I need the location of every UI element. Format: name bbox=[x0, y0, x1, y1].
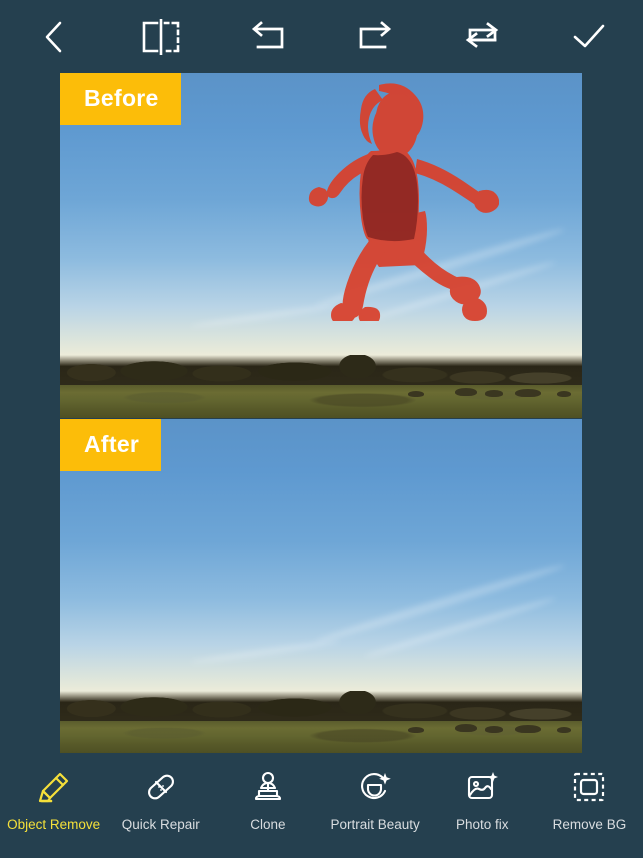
back-button[interactable] bbox=[0, 0, 107, 73]
bottom-tool-toolbar: Object Remove Quick Repair Clone Portrai… bbox=[0, 753, 643, 858]
tool-clone[interactable]: Clone bbox=[214, 761, 321, 834]
tool-label: Remove BG bbox=[552, 817, 627, 832]
photo-comparison-stage: Before After bbox=[60, 73, 582, 753]
photo-sparkle-icon bbox=[464, 767, 500, 807]
grass-field bbox=[60, 721, 582, 753]
treeline bbox=[60, 355, 582, 387]
redo-button[interactable] bbox=[322, 0, 429, 73]
eraser-pen-icon bbox=[36, 767, 72, 807]
grass-field bbox=[60, 385, 582, 418]
tool-label: Portrait Beauty bbox=[330, 817, 420, 832]
undo-button[interactable] bbox=[214, 0, 321, 73]
face-sparkle-icon bbox=[357, 767, 393, 807]
before-badge: Before bbox=[60, 73, 181, 125]
tool-label: Photo fix bbox=[456, 817, 509, 832]
reset-button[interactable] bbox=[429, 0, 536, 73]
tool-photo-fix[interactable]: Photo fix bbox=[429, 761, 536, 834]
bandage-icon bbox=[143, 767, 179, 807]
chevron-left-icon bbox=[41, 20, 67, 54]
tool-label: Quick Repair bbox=[121, 817, 200, 832]
split-compare-icon bbox=[140, 18, 182, 55]
tool-label: Clone bbox=[250, 817, 286, 832]
treeline bbox=[60, 691, 582, 723]
confirm-button[interactable] bbox=[536, 0, 643, 73]
tool-label: Object Remove bbox=[7, 817, 101, 832]
before-image-panel[interactable]: Before bbox=[60, 73, 582, 418]
compare-button[interactable] bbox=[107, 0, 214, 73]
tool-portrait-beauty[interactable]: Portrait Beauty bbox=[322, 761, 429, 834]
dashed-square-icon bbox=[571, 767, 607, 807]
stamp-icon bbox=[250, 767, 286, 807]
tool-object-remove[interactable]: Object Remove bbox=[0, 761, 107, 834]
repeat-loop-icon bbox=[462, 20, 502, 54]
after-badge: After bbox=[60, 419, 162, 471]
tool-quick-repair[interactable]: Quick Repair bbox=[107, 761, 214, 834]
selected-object-mask[interactable] bbox=[279, 81, 499, 321]
top-toolbar bbox=[0, 0, 643, 73]
after-image-panel[interactable]: After bbox=[60, 419, 582, 753]
undo-arrow-icon bbox=[248, 20, 288, 54]
redo-arrow-icon bbox=[355, 20, 395, 54]
checkmark-icon bbox=[570, 21, 608, 53]
tool-remove-bg[interactable]: Remove BG bbox=[536, 761, 643, 834]
